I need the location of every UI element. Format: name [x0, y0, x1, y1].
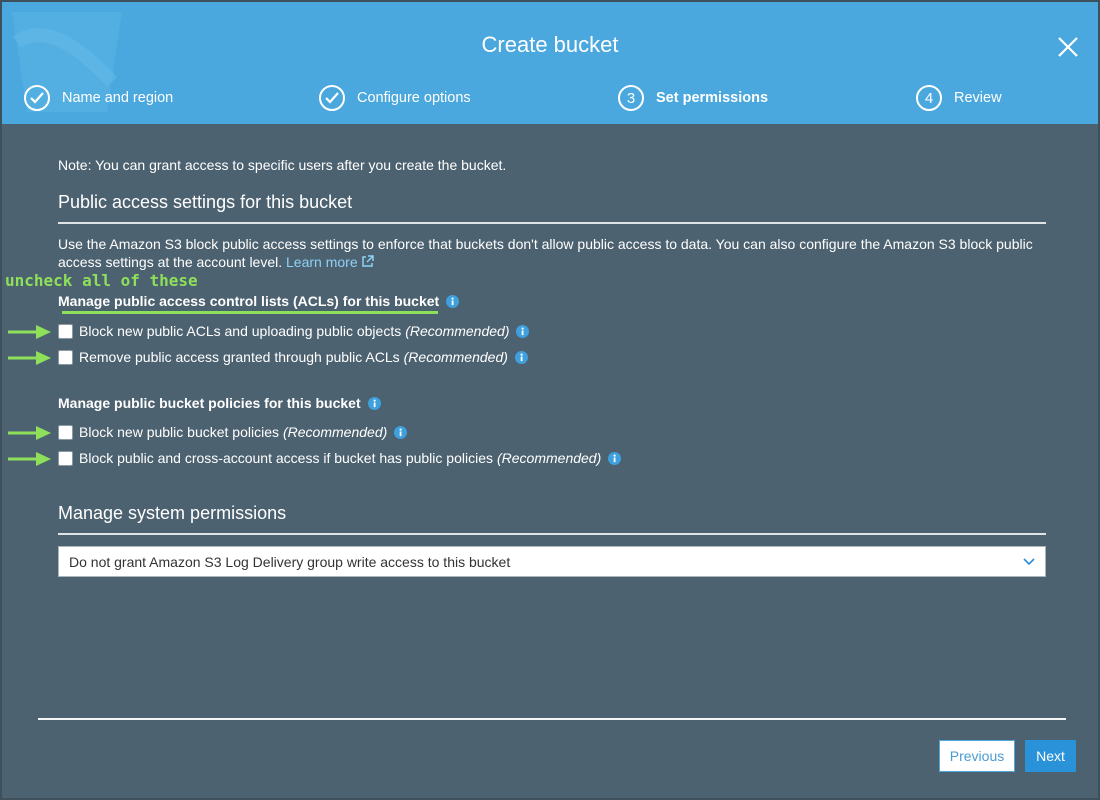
info-icon[interactable]	[514, 350, 528, 364]
system-permissions-title: Manage system permissions	[58, 503, 287, 523]
description-text: Use the Amazon S3 block public access se…	[58, 236, 1033, 270]
option-label: Remove public access granted through pub…	[79, 349, 400, 365]
step-number: 3	[618, 85, 644, 111]
acl-group-title: Manage public access control lists (ACLs…	[58, 293, 460, 309]
arrow-right-annotation	[8, 452, 51, 466]
arrow-right-annotation	[8, 426, 51, 440]
acl-group-label: Manage public access control lists (ACLs…	[58, 293, 440, 309]
modal-header: Create bucket Name and region Configure …	[2, 2, 1098, 124]
policy-group-title: Manage public bucket policies for this b…	[58, 395, 381, 411]
step-number: 4	[916, 85, 942, 111]
system-permissions-select[interactable]: Do not grant Amazon S3 Log Delivery grou…	[58, 546, 1046, 577]
check-circle-icon	[319, 85, 345, 111]
chevron-down-icon	[1023, 558, 1035, 566]
step-review[interactable]: 4 Review	[916, 85, 1002, 111]
option-block-new-public-policies: Block new public bucket policies (Recomm…	[58, 424, 408, 440]
annotation-text: uncheck all of these	[5, 271, 198, 290]
note-text: Note: You can grant access to specific u…	[58, 157, 507, 173]
annotation-underline	[62, 311, 438, 314]
recommended-label: (Recommended)	[283, 424, 388, 440]
external-link-icon	[361, 255, 374, 267]
create-bucket-modal: Create bucket Name and region Configure …	[0, 0, 1100, 800]
checkbox[interactable]	[58, 349, 73, 365]
option-remove-public-access-acls: Remove public access granted through pub…	[58, 349, 528, 365]
info-icon[interactable]	[608, 451, 622, 465]
option-label: Block new public bucket policies	[79, 424, 279, 440]
recommended-label: (Recommended)	[496, 450, 602, 466]
step-label: Review	[954, 90, 1002, 106]
info-icon[interactable]	[446, 294, 460, 308]
info-icon[interactable]	[516, 324, 530, 338]
info-icon[interactable]	[367, 396, 381, 410]
policy-group-label: Manage public bucket policies for this b…	[58, 395, 361, 411]
description: Use the Amazon S3 block public access se…	[58, 235, 1048, 271]
step-name-and-region[interactable]: Name and region	[24, 85, 173, 111]
step-label: Configure options	[357, 90, 471, 106]
arrow-right-annotation	[8, 325, 51, 339]
next-button[interactable]: Next	[1025, 740, 1076, 772]
recommended-label: (Recommended)	[403, 349, 508, 365]
option-block-cross-account-access: Block public and cross-account access if…	[58, 450, 622, 466]
step-configure-options[interactable]: Configure options	[319, 85, 471, 111]
option-block-new-public-acls: Block new public ACLs and uploading publ…	[58, 323, 530, 339]
step-label: Name and region	[62, 90, 174, 106]
info-icon[interactable]	[394, 425, 408, 439]
option-label: Block new public ACLs and uploading publ…	[79, 323, 402, 339]
modal-title: Create bucket	[481, 32, 619, 57]
divider	[58, 533, 1046, 535]
check-circle-icon	[24, 85, 50, 111]
step-label: Set permissions	[656, 90, 769, 106]
learn-more-link[interactable]: Learn more	[286, 254, 374, 270]
select-value: Do not grant Amazon S3 Log Delivery grou…	[69, 553, 511, 570]
recommended-label: (Recommended)	[405, 323, 510, 339]
arrow-right-annotation	[8, 351, 51, 365]
step-set-permissions[interactable]: 3 Set permissions	[618, 85, 768, 111]
checkbox[interactable]	[58, 323, 73, 339]
public-access-title: Public access settings for this bucket	[58, 192, 353, 212]
checkbox[interactable]	[58, 450, 73, 466]
close-icon[interactable]	[1056, 35, 1080, 59]
divider	[58, 222, 1046, 224]
checkbox[interactable]	[58, 424, 73, 440]
option-label: Block public and cross-account access if…	[79, 450, 493, 466]
footer-divider	[38, 718, 1066, 720]
previous-button[interactable]: Previous	[939, 740, 1015, 772]
